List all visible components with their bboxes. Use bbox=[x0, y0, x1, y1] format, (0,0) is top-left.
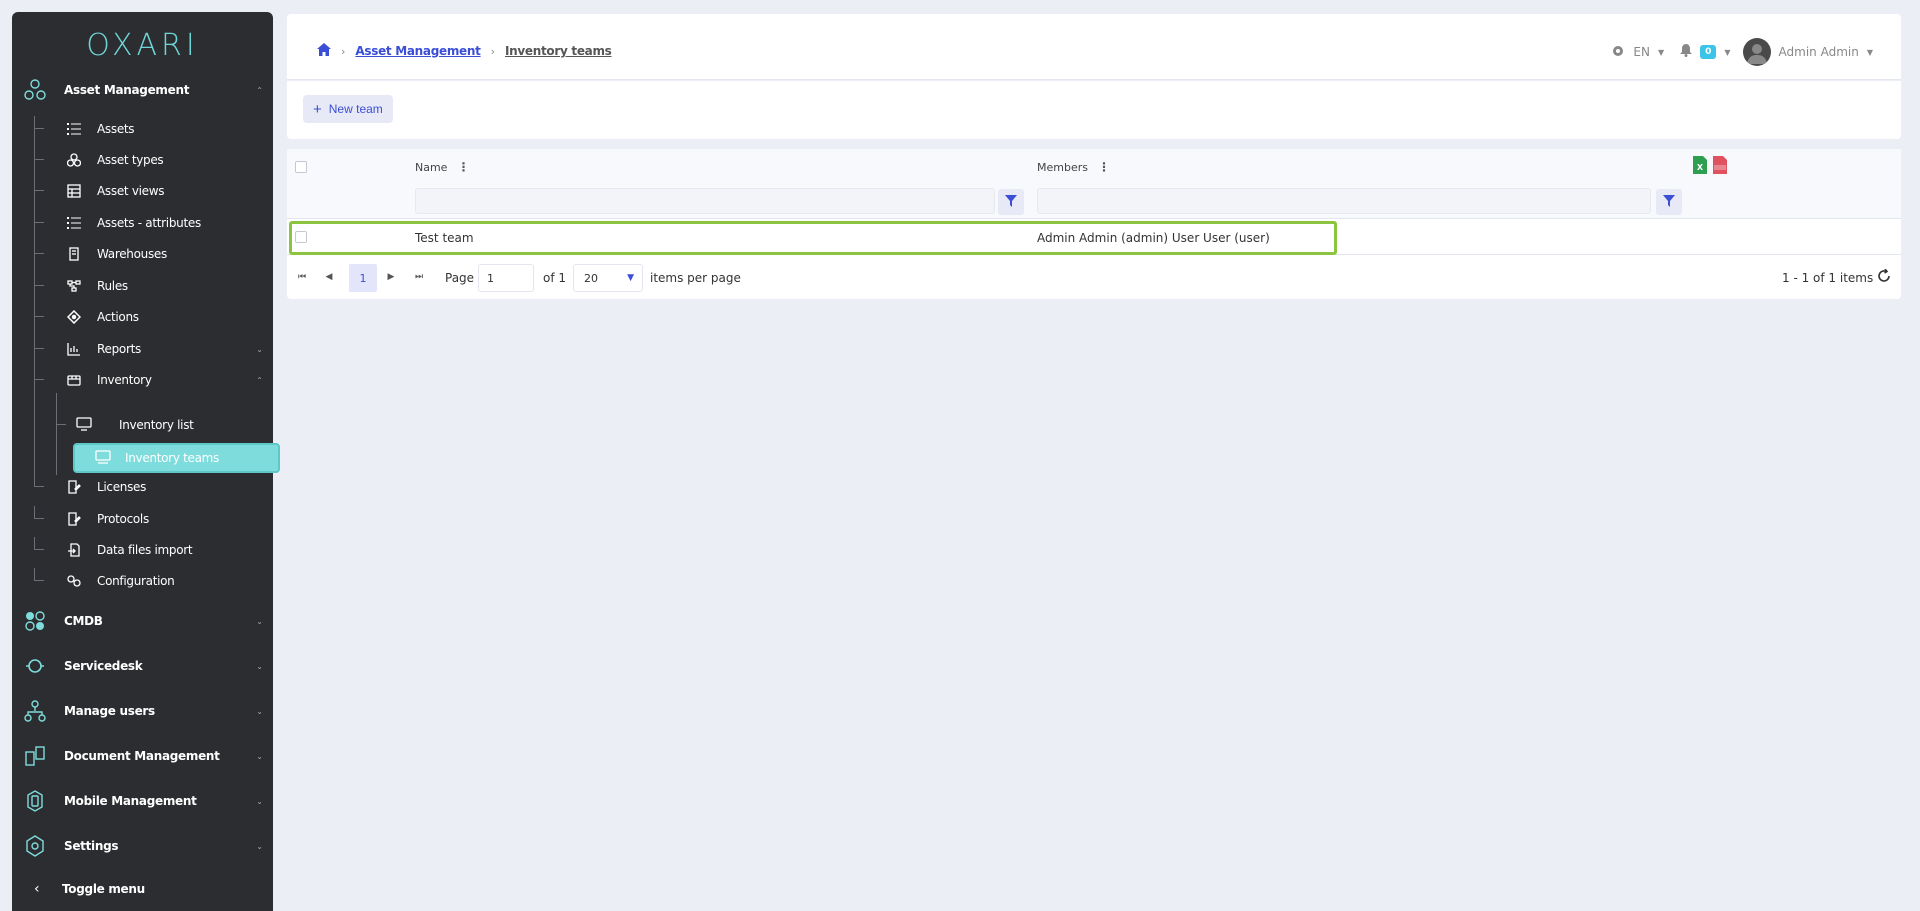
flow-icon bbox=[66, 278, 82, 294]
mobile-icon bbox=[22, 788, 48, 814]
pager-summary: 1 - 1 of 1 items bbox=[1782, 271, 1874, 285]
notification-badge[interactable]: 0 bbox=[1700, 45, 1717, 59]
chevron-down-icon: ⌄ bbox=[256, 661, 263, 671]
pager: ⏮ ◀ 1 ▶ ⏭ Page of 1 20 ▼ items per page … bbox=[287, 257, 1901, 297]
sidebar-section-document-management[interactable]: Document Management ⌄ bbox=[12, 741, 273, 771]
team-icon bbox=[95, 449, 111, 467]
monitor-icon bbox=[76, 416, 92, 434]
header-tools: EN ▼ 0 ▼ Admin Admin ▼ bbox=[1611, 38, 1873, 66]
name-filter-input[interactable] bbox=[415, 188, 995, 214]
hexagon-nodes-icon bbox=[22, 77, 48, 103]
headset-icon bbox=[22, 653, 48, 679]
tree-line bbox=[34, 116, 35, 478]
sidebar-item-reports[interactable]: Reports ⌄ bbox=[34, 336, 273, 362]
sidebar-item-inventory[interactable]: Inventory ⌃ bbox=[34, 367, 273, 393]
list-icon bbox=[66, 121, 82, 137]
chevron-right-icon: › bbox=[490, 44, 495, 58]
caret-down-icon: ▼ bbox=[627, 273, 634, 283]
page-label: Page bbox=[445, 271, 475, 285]
language-selector[interactable]: EN bbox=[1633, 45, 1650, 59]
bell-icon[interactable] bbox=[1680, 44, 1693, 60]
documents-icon bbox=[22, 743, 48, 769]
diamond-icon bbox=[66, 309, 82, 325]
plus-icon: + bbox=[313, 100, 322, 118]
cog-hex-icon bbox=[22, 833, 48, 859]
chevron-right-icon: › bbox=[341, 44, 346, 58]
chevron-down-icon: ⌄ bbox=[256, 706, 263, 716]
members-filter-button[interactable] bbox=[1656, 189, 1682, 215]
chevron-down-icon: ⌄ bbox=[256, 841, 263, 851]
sidebar-item-inventory-list[interactable]: Inventory list bbox=[56, 412, 276, 438]
inventory-icon bbox=[66, 372, 82, 388]
protocol-icon bbox=[66, 511, 82, 527]
sidebar-section-cmdb[interactable]: CMDB ⌄ bbox=[12, 606, 273, 636]
list-icon bbox=[66, 215, 82, 231]
sidebar-section-mobile-management[interactable]: Mobile Management ⌄ bbox=[12, 786, 273, 816]
chevron-left-icon: ‹ bbox=[34, 881, 40, 897]
chart-icon bbox=[66, 341, 82, 357]
file-import-icon bbox=[66, 542, 82, 558]
members-filter-input[interactable] bbox=[1037, 188, 1651, 214]
avatar[interactable] bbox=[1742, 38, 1771, 66]
column-header-members[interactable]: Members ⋮ bbox=[1037, 161, 1110, 174]
column-menu-icon[interactable]: ⋮ bbox=[1098, 161, 1110, 173]
teams-grid: Name ⋮ Members ⋮ X Test team Admin Admin… bbox=[287, 149, 1901, 299]
user-name[interactable]: Admin Admin bbox=[1779, 45, 1859, 59]
sidebar-section-manage-users[interactable]: Manage users ⌄ bbox=[12, 696, 273, 726]
toggle-menu-button[interactable]: ‹ Toggle menu bbox=[12, 874, 273, 904]
building-icon bbox=[66, 246, 82, 262]
per-page-label: items per page bbox=[650, 271, 741, 285]
breadcrumb: › Asset Management › Inventory teams bbox=[317, 43, 612, 59]
user-tree-icon bbox=[22, 698, 48, 724]
select-all-checkbox[interactable] bbox=[295, 161, 307, 173]
home-icon[interactable] bbox=[317, 43, 331, 59]
per-page-select[interactable]: 20 ▼ bbox=[573, 264, 643, 292]
row-highlight-frame bbox=[289, 221, 1337, 255]
filter-icon bbox=[1663, 194, 1675, 210]
next-page-icon[interactable]: ▶ bbox=[382, 267, 400, 287]
sidebar-section-servicedesk[interactable]: Servicedesk ⌄ bbox=[12, 651, 273, 681]
chevron-down-icon: ⌄ bbox=[256, 751, 263, 761]
column-menu-icon[interactable]: ⋮ bbox=[457, 161, 469, 173]
gear-icon[interactable] bbox=[1611, 44, 1625, 61]
caret-down-icon[interactable]: ▼ bbox=[1658, 48, 1664, 57]
table-icon bbox=[66, 183, 82, 199]
chevron-up-icon: ⌃ bbox=[256, 85, 263, 95]
excel-export-icon[interactable]: X bbox=[1693, 156, 1707, 177]
page-number-current[interactable]: 1 bbox=[349, 264, 377, 292]
sidebar-item-inventory-teams[interactable]: Inventory teams bbox=[73, 443, 280, 473]
sidebar-section-label: Asset Management bbox=[64, 83, 190, 97]
column-header-name[interactable]: Name ⋮ bbox=[415, 161, 469, 174]
svg-text:X: X bbox=[1697, 163, 1704, 172]
page-input[interactable] bbox=[478, 264, 534, 292]
refresh-icon[interactable] bbox=[1877, 268, 1891, 286]
filter-icon bbox=[1005, 194, 1017, 210]
caret-down-icon[interactable]: ▼ bbox=[1724, 48, 1730, 57]
hex-cluster-icon bbox=[22, 608, 48, 634]
first-page-icon[interactable]: ⏮ bbox=[293, 267, 311, 287]
oxari-logo: OXARI bbox=[86, 28, 199, 63]
pdf-export-icon[interactable] bbox=[1713, 156, 1727, 177]
breadcrumb-inventory-teams[interactable]: Inventory teams bbox=[505, 44, 612, 58]
grid-header: Name ⋮ Members ⋮ X bbox=[287, 149, 1901, 219]
chevron-up-icon: ⌃ bbox=[256, 375, 263, 385]
chevron-down-icon: ⌄ bbox=[256, 796, 263, 806]
last-page-icon[interactable]: ⏭ bbox=[410, 267, 428, 287]
new-team-button[interactable]: + New team bbox=[303, 95, 393, 123]
of-pages-label: of 1 bbox=[543, 271, 567, 285]
sidebar-section-asset-management[interactable]: Asset Management ⌃ bbox=[12, 75, 273, 105]
chevron-down-icon: ⌄ bbox=[256, 344, 263, 354]
chevron-down-icon: ⌄ bbox=[256, 616, 263, 626]
name-filter-button[interactable] bbox=[998, 189, 1024, 215]
sidebar: OXARI Asset Management ⌃ Assets Asset ty… bbox=[12, 12, 280, 911]
license-icon bbox=[66, 479, 82, 495]
gears-icon bbox=[66, 573, 82, 589]
prev-page-icon[interactable]: ◀ bbox=[320, 267, 338, 287]
toolbar: + New team bbox=[287, 81, 1901, 139]
sidebar-section-settings[interactable]: Settings ⌄ bbox=[12, 831, 273, 861]
breadcrumb-asset-management[interactable]: Asset Management bbox=[355, 44, 480, 58]
shapes-icon bbox=[66, 152, 82, 168]
caret-down-icon[interactable]: ▼ bbox=[1867, 48, 1873, 57]
top-header: › Asset Management › Inventory teams EN … bbox=[287, 14, 1901, 80]
